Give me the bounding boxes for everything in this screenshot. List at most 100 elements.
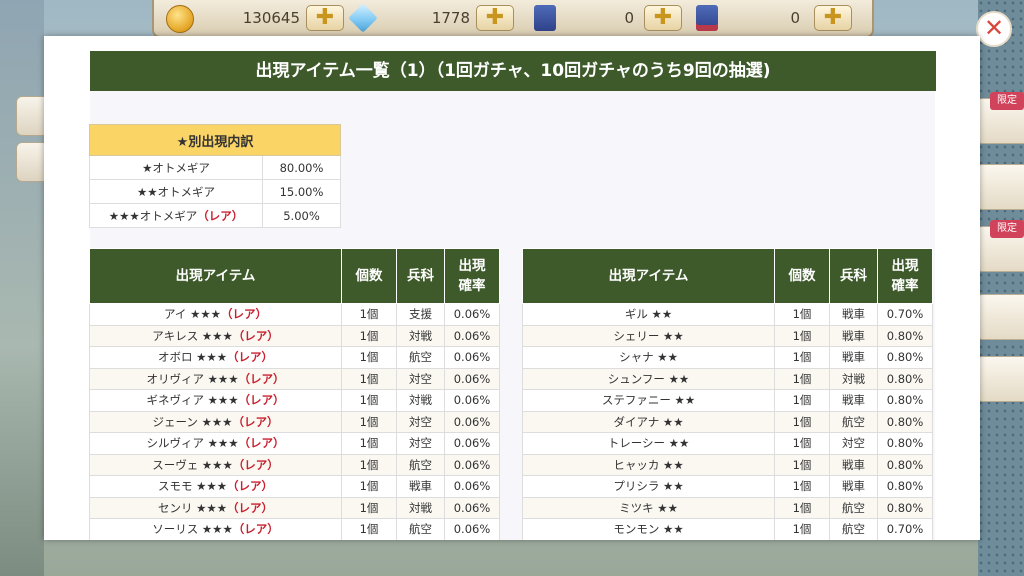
column-header-rate: 出現 確率 [444, 248, 500, 304]
item-name-cell: シャナ ★★ [522, 346, 775, 369]
item-name-cell: モンモン ★★ [522, 518, 775, 540]
item-name: ギネヴィア ★★★ [146, 393, 239, 408]
item-name-cell: スーヴェ ★★★（レア） [89, 453, 342, 476]
limited-badge-2: 限定 [990, 220, 1024, 238]
item-name: シュンフー ★★ [607, 371, 690, 386]
item-table-left: 出現アイテム 個数 兵科 出現 確率 アイ ★★★（レア） 1個 支援 0.06% アキレ… [89, 248, 500, 540]
item-name: トレーシー ★★ [607, 436, 690, 451]
item-name-cell: シルヴィア ★★★（レア） [89, 432, 342, 455]
table-row: アイ ★★★（レア） 1個 支援 0.06% [89, 303, 500, 326]
item-name-cell: プリシラ ★★ [522, 475, 775, 498]
item-qty: 1個 [774, 367, 830, 390]
item-name-cell: シェリー ★★ [522, 324, 775, 347]
background-right-scene [978, 0, 1024, 576]
diamond-count: 1778 [431, 9, 470, 27]
item-name-cell: アイ ★★★（レア） [89, 303, 342, 326]
rare-tag: （レア） [221, 307, 267, 322]
item-name-cell: スモモ ★★★（レア） [89, 475, 342, 498]
item-name-cell: センリ ★★★（レア） [89, 496, 342, 519]
item-qty: 1個 [774, 518, 830, 540]
item-kind: 戦車 [396, 475, 445, 498]
column-header-qty: 個数 [341, 248, 397, 304]
item-qty: 1個 [341, 389, 397, 412]
item-name-cell: アキレス ★★★（レア） [89, 324, 342, 347]
background-right-button-4[interactable] [976, 294, 1024, 340]
table-row: スモモ ★★★（レア） 1個 戦車 0.06% [89, 475, 500, 498]
item-kind: 戦車 [829, 324, 878, 347]
star-breakdown-rate: 80.00% [262, 155, 341, 180]
item-rate: 0.80% [877, 410, 933, 433]
rare-tag: （レア） [227, 479, 274, 494]
star-breakdown-label: ★★★オトメギア（レア） [89, 203, 263, 228]
item-name-cell: ギネヴィア ★★★（レア） [89, 389, 342, 412]
item-rate: 0.06% [444, 367, 500, 390]
item-name: ステファニー ★★ [601, 393, 696, 408]
item-rate: 0.06% [444, 324, 500, 347]
item-qty: 1個 [341, 518, 397, 540]
ticket-b-count: 0 [790, 9, 800, 27]
item-qty: 1個 [341, 475, 397, 498]
item-rate: 0.06% [444, 432, 500, 455]
rare-tag: （レア） [238, 371, 285, 386]
coin-count: 130645 [242, 9, 300, 27]
add-diamonds-button[interactable]: ✚ [476, 5, 514, 31]
rare-tag: （レア） [197, 208, 244, 223]
add-ticket-a-button[interactable]: ✚ [644, 5, 682, 31]
ticket-a-count: 0 [624, 9, 634, 27]
item-name: モンモン ★★ [613, 522, 684, 537]
item-name: シルヴィア ★★★ [146, 436, 239, 451]
item-name-cell: トレーシー ★★ [522, 432, 775, 455]
item-kind: 戦車 [829, 303, 878, 326]
table-row: スーヴェ ★★★（レア） 1個 航空 0.06% [89, 453, 500, 476]
table-row: ステファニー ★★ 1個 戦車 0.80% [522, 389, 933, 412]
table-row: シュンフー ★★ 1個 対戦 0.80% [522, 367, 933, 390]
rare-tag: （レア） [238, 436, 285, 451]
column-header-qty: 個数 [774, 248, 830, 304]
item-kind: 航空 [829, 518, 878, 540]
item-kind: 対空 [396, 410, 445, 433]
star-breakdown-row: ★オトメギア 80.00% [89, 155, 341, 180]
table-row: プリシラ ★★ 1個 戦車 0.80% [522, 475, 933, 498]
item-kind: 支援 [396, 303, 445, 326]
close-button[interactable]: ✕ [976, 11, 1012, 47]
rate-header-line1: 出現 [891, 257, 919, 274]
add-coins-button[interactable]: ✚ [306, 5, 344, 31]
limited-badge: 限定 [990, 92, 1024, 110]
item-rate: 0.06% [444, 475, 500, 498]
star-breakdown-rate: 15.00% [262, 179, 341, 204]
column-header-kind: 兵科 [396, 248, 445, 304]
table-row: アキレス ★★★（レア） 1個 対戦 0.06% [89, 324, 500, 347]
item-rate: 0.06% [444, 389, 500, 412]
table-row: オボロ ★★★（レア） 1個 航空 0.06% [89, 346, 500, 369]
item-qty: 1個 [774, 389, 830, 412]
item-qty: 1個 [341, 432, 397, 455]
item-kind: 対空 [396, 432, 445, 455]
item-rate: 0.80% [877, 389, 933, 412]
table-row: シルヴィア ★★★（レア） 1個 対空 0.06% [89, 432, 500, 455]
table-row: ジェーン ★★★（レア） 1個 対空 0.06% [89, 410, 500, 433]
item-name-cell: ヒャッカ ★★ [522, 453, 775, 476]
item-name: センリ ★★★ [157, 500, 228, 515]
item-name-cell: ジェーン ★★★（レア） [89, 410, 342, 433]
item-qty: 1個 [774, 432, 830, 455]
item-name-cell: オリヴィア ★★★（レア） [89, 367, 342, 390]
item-rate: 0.06% [444, 346, 500, 369]
item-name: ソーリス ★★★ [152, 522, 233, 537]
item-rate: 0.06% [444, 518, 500, 540]
diamond-icon [348, 3, 378, 33]
item-qty: 1個 [774, 475, 830, 498]
background-right-button-5[interactable] [976, 356, 1024, 402]
add-ticket-b-button[interactable]: ✚ [814, 5, 852, 31]
star-label-text: ★★オトメギア [136, 184, 216, 199]
item-qty: 1個 [774, 303, 830, 326]
rare-tag: （レア） [232, 522, 279, 537]
background-right-button-2[interactable] [976, 164, 1024, 210]
item-kind: 航空 [396, 518, 445, 540]
star-breakdown-rate: 5.00% [262, 203, 341, 228]
rare-tag: （レア） [232, 414, 279, 429]
item-rate: 0.06% [444, 303, 500, 326]
column-header-item: 出現アイテム [89, 248, 342, 304]
item-name: シャナ ★★ [619, 350, 678, 365]
item-table-right: 出現アイテム 個数 兵科 出現 確率 ギル ★★ 1個 戦車 0.70% シェリー ★★ 1… [522, 248, 933, 540]
column-header-rate: 出現 確率 [877, 248, 933, 304]
